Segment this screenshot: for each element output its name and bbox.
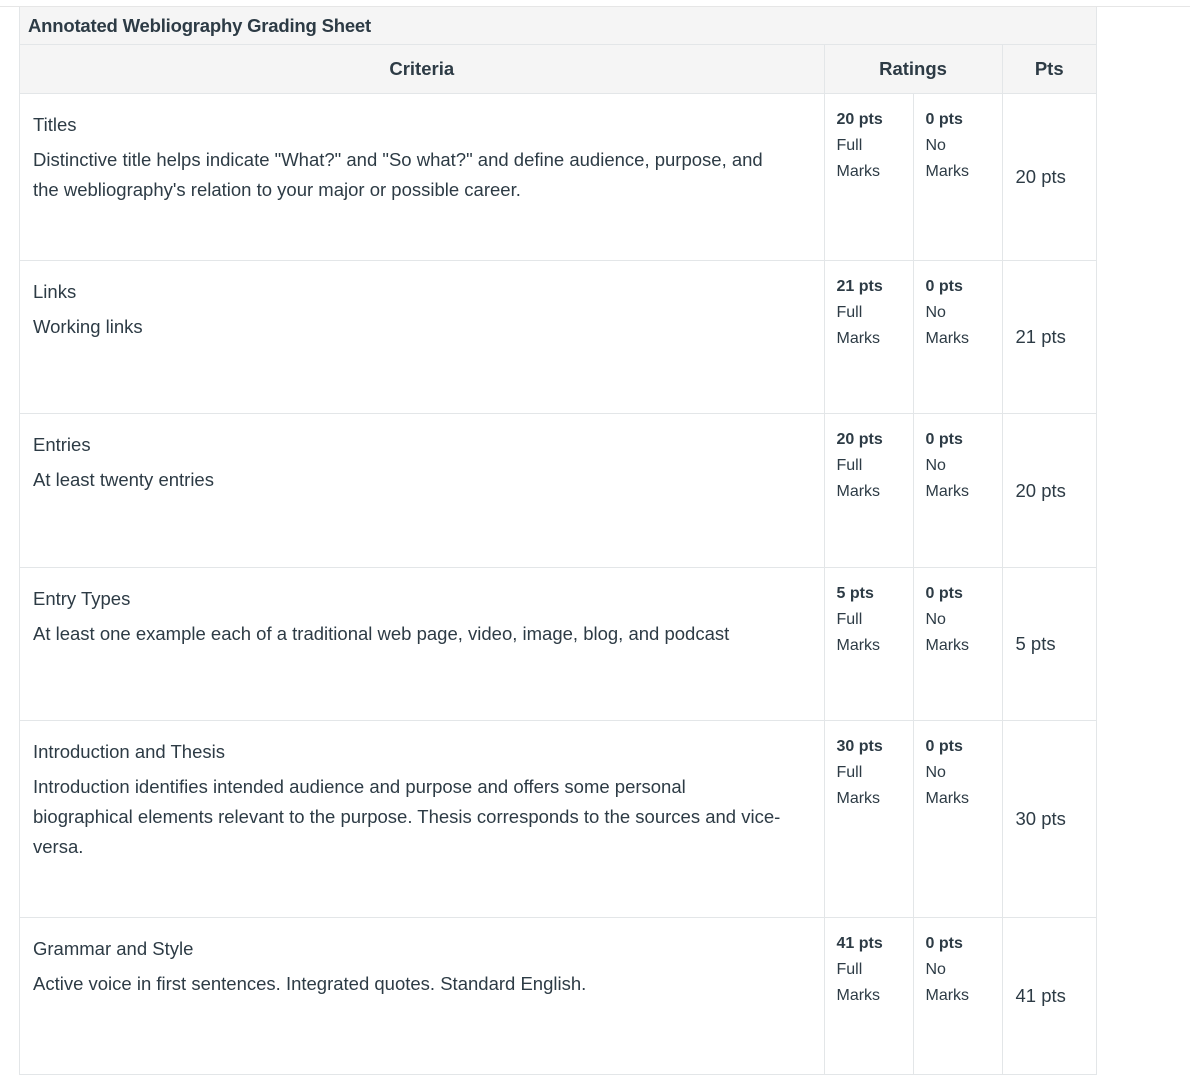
criterion-points: 30 pts xyxy=(1001,720,1096,918)
criterion-description: At least twenty entries xyxy=(33,469,214,490)
rating-full-marks: 21 pts Full Marks xyxy=(823,260,913,414)
pts-column-header: Pts xyxy=(1002,44,1096,94)
rating-points: 0 pts xyxy=(925,431,963,448)
rating-label: No Marks xyxy=(925,764,970,807)
criterion-cell: Entry Types At least one example each of… xyxy=(20,567,824,721)
rating-full-marks: 41 pts Full Marks xyxy=(823,917,913,1075)
criterion-title: Introduction and Thesis xyxy=(33,741,225,762)
criterion-title: Entry Types xyxy=(33,588,131,609)
rating-label: No Marks xyxy=(925,304,970,347)
criterion-points: 20 pts xyxy=(1001,93,1096,261)
rating-points: 0 pts xyxy=(925,111,963,128)
rating-points: 30 pts xyxy=(836,738,883,755)
criterion-description: Introduction identifies intended audienc… xyxy=(33,776,781,857)
criterion-points: 21 pts xyxy=(1001,260,1096,414)
rating-points: 0 pts xyxy=(925,935,963,952)
criterion-title: Links xyxy=(33,281,77,302)
criterion-points: 5 pts xyxy=(1001,567,1096,721)
rating-points: 0 pts xyxy=(925,278,963,295)
rating-points: 0 pts xyxy=(925,738,963,755)
rubric-title: Annotated Webliography Grading Sheet xyxy=(20,7,1096,44)
rubric-table-container: Annotated Webliography Grading Sheet Cri… xyxy=(19,7,1097,1075)
rating-full-marks: 20 pts Full Marks xyxy=(823,93,913,261)
rating-full-marks: 5 pts Full Marks xyxy=(823,567,913,721)
rating-no-marks: 0 pts No Marks xyxy=(912,260,1002,414)
rating-no-marks: 0 pts No Marks xyxy=(912,720,1002,918)
criterion-row-entry-types: Entry Types At least one example each of… xyxy=(20,567,1096,721)
rating-label: No Marks xyxy=(925,137,970,180)
rating-points: 0 pts xyxy=(925,585,963,602)
criterion-points: 41 pts xyxy=(1001,917,1096,1075)
rating-no-marks: 0 pts No Marks xyxy=(912,917,1002,1075)
criterion-title: Grammar and Style xyxy=(33,938,194,959)
ratings-column-header: Ratings xyxy=(823,44,1003,94)
rating-label: Full Marks xyxy=(836,961,881,1004)
criterion-cell: Links Working links xyxy=(20,260,824,414)
criteria-column-header: Criteria xyxy=(20,44,824,94)
rating-points: 20 pts xyxy=(836,111,883,128)
criterion-row-entries: Entries At least twenty entries 20 pts F… xyxy=(20,413,1096,568)
rating-no-marks: 0 pts No Marks xyxy=(912,93,1002,261)
criterion-row-links: Links Working links 21 pts Full Marks 0 … xyxy=(20,260,1096,414)
rating-label: No Marks xyxy=(925,457,970,500)
rubric-header-row: Criteria Ratings Pts xyxy=(20,44,1096,94)
criterion-description: Active voice in first sentences. Integra… xyxy=(33,973,587,994)
criterion-row-titles: Titles Distinctive title helps indicate … xyxy=(20,93,1096,261)
rating-full-marks: 30 pts Full Marks xyxy=(823,720,913,918)
criterion-cell: Introduction and Thesis Introduction ide… xyxy=(20,720,824,918)
rating-points: 20 pts xyxy=(836,431,883,448)
rating-label: Full Marks xyxy=(836,764,881,807)
criterion-points: 20 pts xyxy=(1001,413,1096,568)
rating-no-marks: 0 pts No Marks xyxy=(912,567,1002,721)
criterion-cell: Titles Distinctive title helps indicate … xyxy=(20,93,824,261)
criterion-description: Distinctive title helps indicate "What?"… xyxy=(33,149,763,200)
criterion-description: Working links xyxy=(33,316,143,337)
rating-points: 41 pts xyxy=(836,935,883,952)
rating-points: 5 pts xyxy=(836,585,874,602)
criterion-row-introduction-thesis: Introduction and Thesis Introduction ide… xyxy=(20,720,1096,918)
rating-label: Full Marks xyxy=(836,137,881,180)
rating-label: Full Marks xyxy=(836,457,881,500)
rating-points: 21 pts xyxy=(836,278,883,295)
rating-label: No Marks xyxy=(925,611,970,654)
criterion-cell: Entries At least twenty entries xyxy=(20,413,824,568)
rating-label: Full Marks xyxy=(836,304,881,347)
rubric-table: Criteria Ratings Pts Titles Distinctive … xyxy=(20,44,1096,1075)
rating-label: Full Marks xyxy=(836,611,881,654)
criterion-cell: Grammar and Style Active voice in first … xyxy=(20,917,824,1075)
rating-full-marks: 20 pts Full Marks xyxy=(823,413,913,568)
rating-label: No Marks xyxy=(925,961,970,1004)
criterion-row-grammar-style: Grammar and Style Active voice in first … xyxy=(20,917,1096,1075)
criterion-title: Entries xyxy=(33,434,91,455)
criterion-description: At least one example each of a tradition… xyxy=(33,623,730,644)
criterion-title: Titles xyxy=(33,114,77,135)
rating-no-marks: 0 pts No Marks xyxy=(912,413,1002,568)
